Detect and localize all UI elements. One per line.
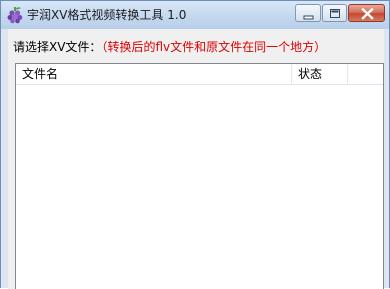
window-title: 宇润XV格式视频转换工具 1.0 <box>27 8 187 22</box>
title-bar[interactable]: 宇润XV格式视频转换工具 1.0 <box>1 1 389 29</box>
column-header-filename[interactable]: 文件名 <box>16 64 292 84</box>
maximize-button[interactable] <box>322 4 347 22</box>
app-window: 宇润XV格式视频转换工具 1.0 请选择XV文件：（转换后的flv文件和原文件在… <box>0 0 390 289</box>
client-area: 请选择XV文件：（转换后的flv文件和原文件在同一个地方） 文件名 状态 <box>8 29 384 289</box>
file-list-header: 文件名 状态 <box>16 64 383 85</box>
output-location-hint: （转换后的flv文件和原文件在同一个地方） <box>101 40 327 54</box>
close-icon <box>361 7 374 20</box>
minimize-button[interactable] <box>295 4 321 22</box>
file-list[interactable]: 文件名 状态 <box>15 63 384 289</box>
minimize-icon <box>303 15 314 20</box>
prompt-row: 请选择XV文件：（转换后的flv文件和原文件在同一个地方） <box>13 39 326 55</box>
column-header-status[interactable]: 状态 <box>292 64 348 84</box>
file-list-rows[interactable] <box>16 85 383 289</box>
maximize-icon <box>330 9 340 18</box>
select-file-label: 请选择XV文件： <box>13 40 102 54</box>
close-button[interactable] <box>348 4 385 22</box>
grape-cluster-icon[interactable] <box>6 6 24 24</box>
